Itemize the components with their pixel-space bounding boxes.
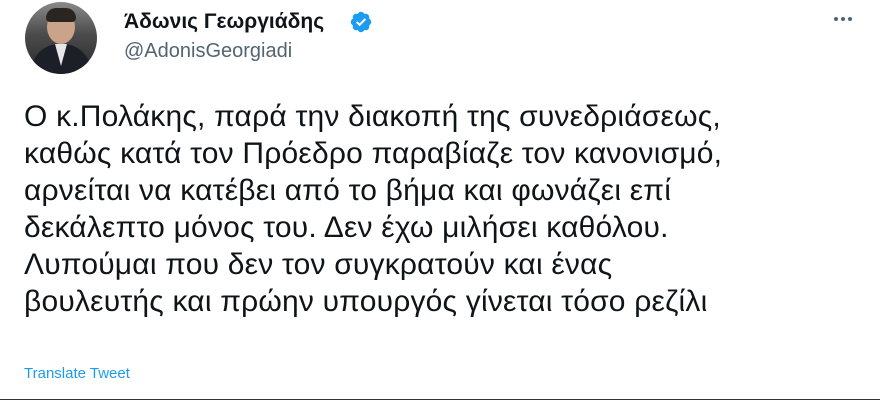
translate-tweet-link[interactable]: Translate Tweet [24, 365, 130, 382]
tweet-header: Άδωνις Γεωργιάδης @AdonisGeorgiadi [20, 2, 860, 76]
tweet-card: Άδωνις Γεωργιάδης @AdonisGeorgiadi Ο κ.Π… [0, 0, 880, 406]
author-username[interactable]: @AdonisGeorgiadi [124, 40, 292, 63]
divider [0, 399, 880, 400]
author-display-name[interactable]: Άδωνις Γεωργιάδης [124, 10, 324, 34]
verified-badge-icon [350, 11, 372, 33]
avatar-hair [46, 8, 76, 22]
tweet-text: Ο κ.Πολάκης, παρά την διακοπή της συνεδρ… [24, 100, 723, 318]
avatar[interactable] [25, 2, 97, 74]
more-dots-icon[interactable] [830, 6, 856, 32]
